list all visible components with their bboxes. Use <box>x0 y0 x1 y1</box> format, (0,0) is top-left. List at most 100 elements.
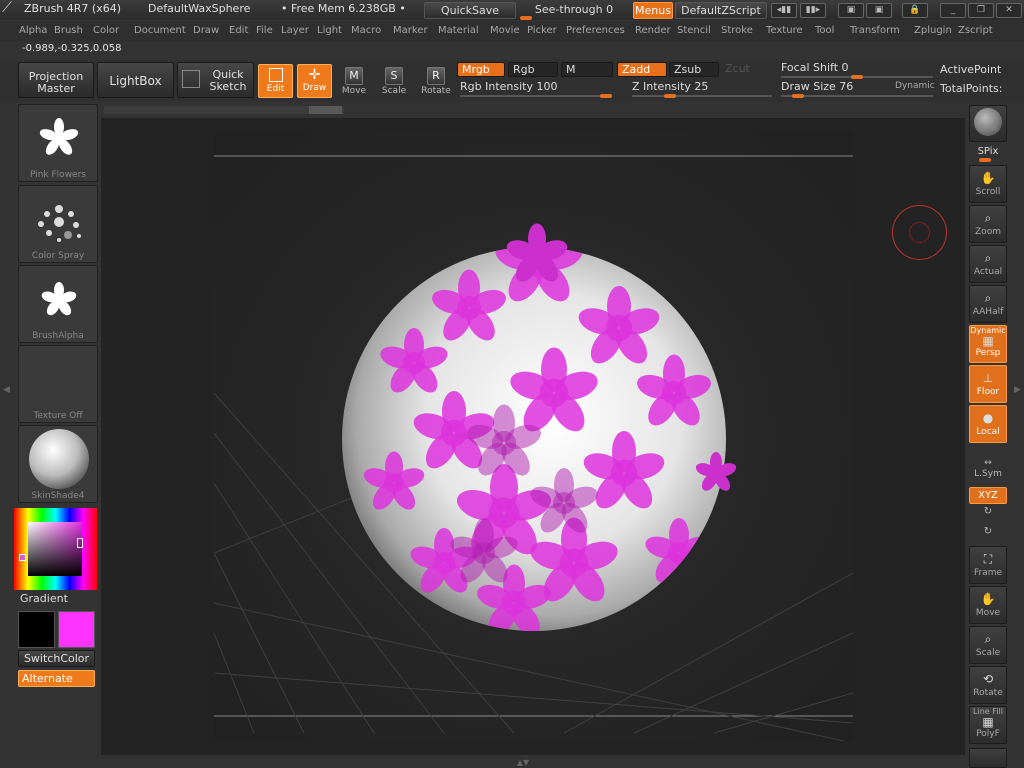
color-picker-ring[interactable] <box>14 508 97 590</box>
actual-label: Actual <box>973 267 1003 277</box>
menu-color[interactable]: Color <box>93 25 119 36</box>
brush-thumbnail[interactable]: Pink Flowers <box>18 104 98 182</box>
menu-texture[interactable]: Texture <box>766 25 803 36</box>
mrgb-toggle[interactable]: Mrgb <box>457 62 505 77</box>
rgb-intensity-knob[interactable] <box>600 94 612 98</box>
menu-movie[interactable]: Movie <box>490 25 520 36</box>
menu-brush[interactable]: Brush <box>54 25 83 36</box>
secondary-color-swatch[interactable] <box>58 611 95 648</box>
rotate-tool[interactable]: R Rotate <box>421 65 451 99</box>
menu-material[interactable]: Material <box>438 25 479 36</box>
menu-picker[interactable]: Picker <box>527 25 557 36</box>
menu-zplugin[interactable]: Zplugin <box>914 25 952 36</box>
persp-button[interactable]: Dynamic ▦ Persp <box>969 325 1007 363</box>
window-layout-2-icon[interactable]: ▣ <box>866 3 892 18</box>
quick-sketch-button[interactable]: Quick Sketch <box>177 62 254 98</box>
scale-view-button[interactable]: ⌕ Scale <box>969 626 1007 664</box>
edit-mode-button[interactable]: Edit <box>258 64 293 98</box>
move-view-button[interactable]: ✋ Move <box>969 586 1007 624</box>
floor-button[interactable]: ⊥ Floor <box>969 365 1007 403</box>
actual-button[interactable]: ⌕ Actual <box>969 245 1007 283</box>
lock-icon[interactable]: 🔒 <box>902 3 928 18</box>
menu-tool[interactable]: Tool <box>815 25 834 36</box>
minimize-icon[interactable]: _ <box>940 3 966 18</box>
scroll-button[interactable]: ✋ Scroll <box>969 165 1007 203</box>
menu-stroke[interactable]: Stroke <box>721 25 753 36</box>
menu-alpha[interactable]: Alpha <box>19 25 47 36</box>
z-intensity-track[interactable] <box>632 95 772 97</box>
focal-shift-knob[interactable] <box>851 75 863 79</box>
switch-color-button[interactable]: SwitchColor <box>18 650 95 667</box>
frame-button[interactable]: ⛶ Frame <box>969 546 1007 584</box>
menu-edit[interactable]: Edit <box>229 25 248 36</box>
alternate-toggle[interactable]: Alternate <box>18 670 95 687</box>
menu-macro[interactable]: Macro <box>351 25 381 36</box>
menu-transform[interactable]: Transform <box>850 25 900 36</box>
material-thumbnail[interactable]: SkinShade4 <box>18 425 98 503</box>
canvas-scroll-thumb[interactable] <box>309 106 342 114</box>
right-tray-arrow-icon[interactable]: ▶ <box>1014 385 1021 395</box>
app-title: ZBrush 4R7 (x64) <box>24 2 122 15</box>
layout-next-icon[interactable]: ▮▮▸ <box>800 3 826 18</box>
z-rotate-icon[interactable]: ↻ <box>969 526 1007 537</box>
move-tool[interactable]: M Move <box>339 65 369 99</box>
stroke-thumbnail[interactable]: Color Spray <box>18 185 98 263</box>
color-picker-square[interactable] <box>28 522 82 576</box>
quicksave-button[interactable]: QuickSave <box>424 2 516 19</box>
polyf-button[interactable]: Line Fill ▦ PolyF <box>969 706 1007 744</box>
z-intensity-knob[interactable] <box>664 94 676 98</box>
rotate-view-button[interactable]: ⟲ Rotate <box>969 666 1007 704</box>
bottom-tray-arrow-icon[interactable]: ▲▼ <box>498 758 548 768</box>
alpha-thumbnail[interactable]: BrushAlpha <box>18 265 98 343</box>
m-toggle[interactable]: M <box>561 62 613 77</box>
see-through-slider[interactable]: See-through 0 <box>518 2 630 19</box>
rgb-toggle[interactable]: Rgb <box>508 62 558 77</box>
left-tray-arrow-icon[interactable]: ◀ <box>3 385 10 395</box>
local-button[interactable]: ● Local <box>969 405 1007 443</box>
restore-icon[interactable]: ❐ <box>968 3 994 18</box>
lsym-button[interactable]: ↔ L.Sym <box>969 458 1007 479</box>
rgb-intensity-track[interactable] <box>460 95 612 97</box>
default-zscript-button[interactable]: DefaultZScript <box>675 2 767 19</box>
menus-toggle[interactable]: Menus <box>633 2 673 19</box>
zsub-toggle[interactable]: Zsub <box>669 62 719 77</box>
transp-button[interactable] <box>969 748 1007 768</box>
draw-size-knob[interactable] <box>791 94 804 98</box>
zbrush-logo-icon[interactable]: ⟋ <box>2 0 12 16</box>
canvas[interactable] <box>213 133 854 744</box>
menu-render[interactable]: Render <box>635 25 671 36</box>
window-layout-icon[interactable]: ▣ <box>838 3 864 18</box>
spix-slider[interactable] <box>979 158 991 162</box>
zadd-toggle[interactable]: Zadd <box>617 62 667 77</box>
zcut-toggle[interactable]: Zcut <box>721 62 771 77</box>
canvas-scroll-strip[interactable] <box>104 106 344 114</box>
bpr-button[interactable]: BPR <box>969 105 1007 142</box>
menu-light[interactable]: Light <box>317 25 342 36</box>
layout-prev-icon[interactable]: ◂▮▮ <box>771 3 797 18</box>
xyz-button[interactable]: XYZ <box>969 487 1007 504</box>
menu-file[interactable]: File <box>256 25 273 36</box>
texture-thumbnail[interactable]: Texture Off <box>18 345 98 423</box>
y-rotate-icon[interactable]: ↻ <box>969 506 1007 517</box>
projection-master-button[interactable]: Projection Master <box>18 62 94 98</box>
menu-zscript[interactable]: Zscript <box>958 25 993 36</box>
draw-size-track[interactable] <box>781 95 933 97</box>
scale-tool[interactable]: S Scale <box>379 65 409 99</box>
dynamic-toggle[interactable]: Dynamic <box>895 81 935 91</box>
lightbox-button[interactable]: LightBox <box>97 62 174 98</box>
main-color-swatch[interactable] <box>18 611 55 648</box>
hue-marker[interactable] <box>19 554 26 561</box>
color-picker-marker[interactable] <box>77 538 83 548</box>
see-through-knob[interactable] <box>520 16 532 20</box>
menu-stencil[interactable]: Stencil <box>677 25 711 36</box>
menu-marker[interactable]: Marker <box>393 25 428 36</box>
viewport[interactable] <box>213 133 854 744</box>
menu-document[interactable]: Document <box>134 25 186 36</box>
draw-mode-button[interactable]: ✛ Draw <box>297 64 332 98</box>
menu-layer[interactable]: Layer <box>281 25 309 36</box>
aahalf-button[interactable]: ⌕ AAHalf <box>969 285 1007 323</box>
close-icon[interactable]: ✕ <box>996 3 1022 18</box>
zoom-button[interactable]: ⌕ Zoom <box>969 205 1007 243</box>
menu-draw[interactable]: Draw <box>193 25 219 36</box>
menu-preferences[interactable]: Preferences <box>566 25 625 36</box>
